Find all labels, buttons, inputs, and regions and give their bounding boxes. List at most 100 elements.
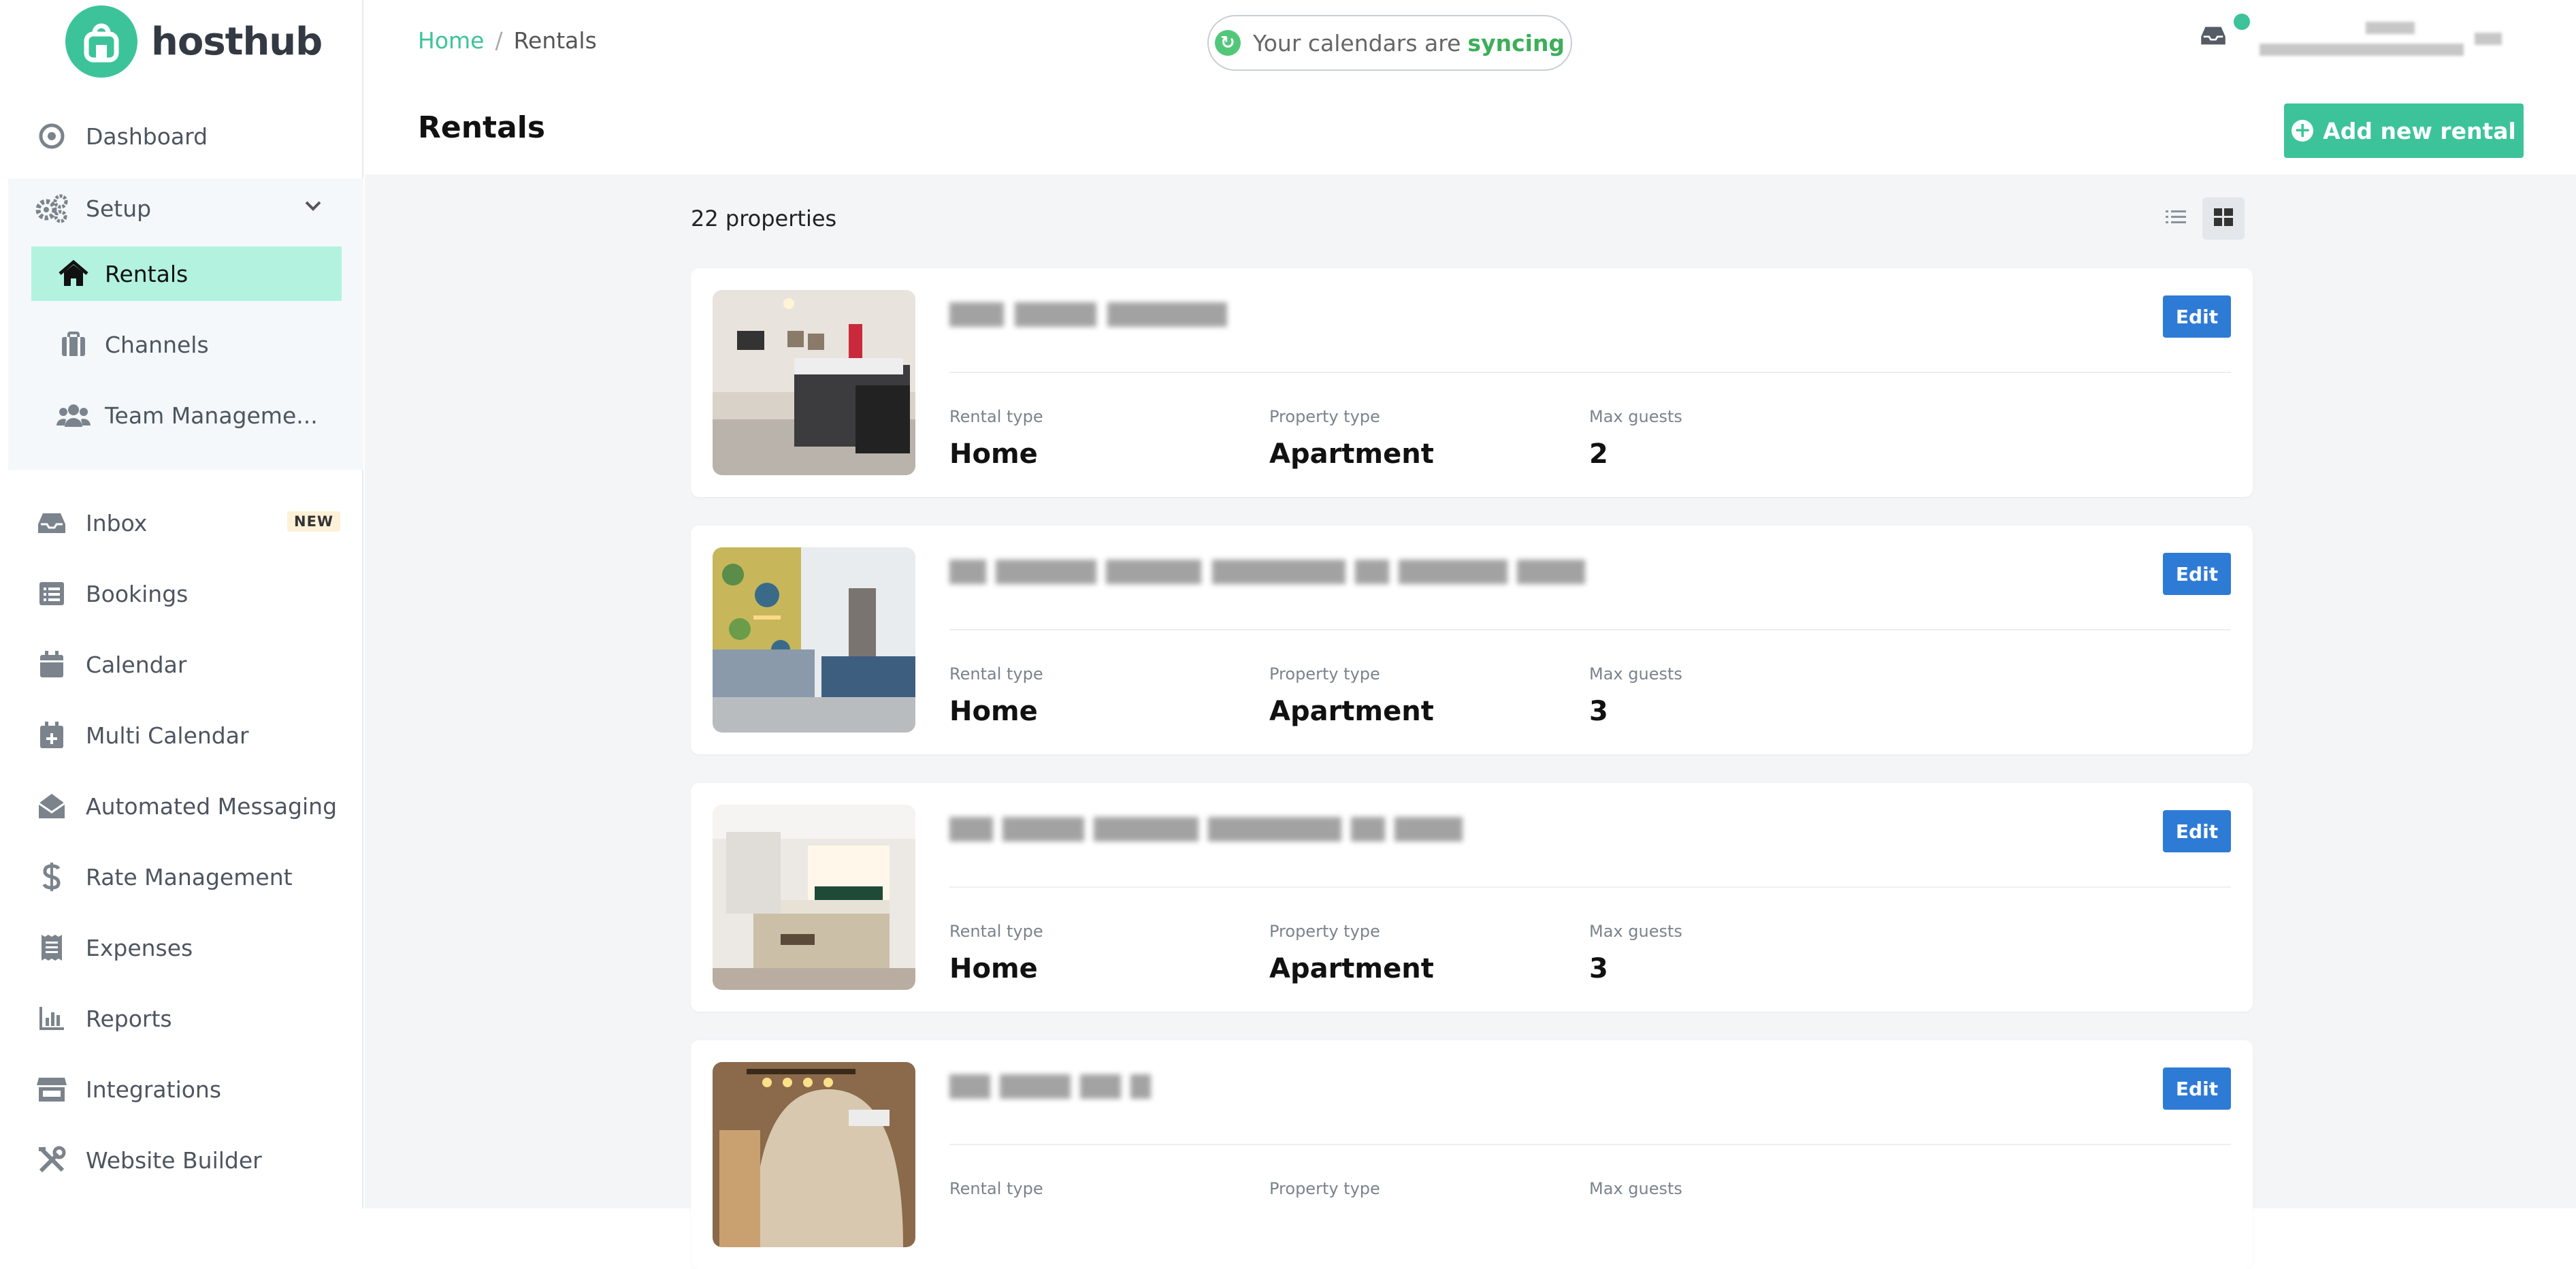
property-type-label: Property type (1269, 664, 1380, 684)
list-view-icon (2166, 209, 2186, 228)
sidebar-item-reports[interactable]: Reports (34, 998, 172, 1039)
breadcrumb-current: Rentals (513, 27, 597, 54)
sidebar-item-label: Rentals (105, 260, 189, 287)
properties-count: 22 properties (691, 206, 837, 231)
rental-type-label: Rental type (949, 407, 1043, 426)
breadcrumb-home-link[interactable]: Home (418, 27, 484, 54)
chevron-down-icon[interactable] (304, 199, 323, 215)
grid-view-button[interactable] (2202, 197, 2245, 240)
rental-type-field: Rental type Home (949, 922, 1043, 984)
rental-type-value: Home (949, 953, 1038, 984)
card-divider (949, 886, 2231, 888)
calendar-sync-status[interactable]: ↻ Your calendars are syncing (1207, 15, 1572, 71)
breadcrumb: Home / Rentals (418, 27, 597, 54)
property-type-field: Property type (1269, 1179, 1380, 1198)
rental-type-field: Rental type Home (949, 407, 1043, 470)
sidebar-item-dashboard[interactable]: Dashboard (34, 116, 208, 157)
rental-type-label: Rental type (949, 922, 1043, 941)
users-icon (56, 398, 91, 433)
view-toggle (2155, 197, 2245, 240)
rental-card[interactable]: Edit Rental type Home Property type Apar… (691, 783, 2253, 1012)
edit-button[interactable]: Edit (2163, 1067, 2231, 1110)
rental-type-label: Rental type (949, 1179, 1043, 1198)
sync-icon: ↻ (1214, 30, 1241, 56)
edit-button[interactable]: Edit (2163, 810, 2231, 852)
sidebar-item-label: Rate Management (86, 863, 293, 890)
sync-status: syncing (1467, 29, 1565, 57)
add-new-rental-button[interactable]: + Add new rental (2284, 103, 2524, 158)
max-guests-field: Max guests 2 (1589, 407, 1682, 470)
page-title: Rentals (418, 110, 546, 145)
card-divider (949, 1144, 2231, 1145)
plus-circle-icon: + (2292, 120, 2314, 142)
sync-text: Your calendars are (1252, 29, 1461, 57)
sidebar-item-label: Bookings (86, 580, 189, 607)
store-icon (34, 1072, 69, 1107)
max-guests-value: 3 (1589, 953, 1608, 984)
max-guests-label: Max guests (1589, 407, 1682, 426)
max-guests-label: Max guests (1589, 1179, 1682, 1198)
rental-card[interactable]: Edit Rental type Home Property type Apar… (691, 268, 2253, 497)
sidebar-item-integrations[interactable]: Integrations (34, 1069, 221, 1110)
sidebar-item-website-builder[interactable]: Website Builder (34, 1140, 262, 1180)
home-icon (56, 256, 91, 291)
calendar-icon (34, 647, 69, 682)
sidebar-item-team-management[interactable]: Team Manageme... (56, 395, 318, 436)
list-view-button[interactable] (2155, 197, 2197, 240)
max-guests-field: Max guests 3 (1589, 922, 1682, 984)
sidebar: hosthub Dashboard Setup Rentals Channels… (0, 0, 363, 1208)
sidebar-item-rentals[interactable]: Rentals (56, 253, 188, 294)
sidebar-item-expenses[interactable]: Expenses (34, 927, 193, 968)
max-guests-label: Max guests (1589, 922, 1682, 941)
hosthub-logo-icon (65, 5, 137, 78)
add-new-rental-label: Add new rental (2323, 117, 2516, 144)
bar-chart-icon (34, 1001, 69, 1036)
card-divider (949, 372, 2231, 373)
property-type-label: Property type (1269, 1179, 1380, 1198)
rental-photo[interactable] (713, 547, 915, 733)
rental-photo[interactable] (713, 290, 915, 475)
rental-card[interactable]: Edit Rental type Home Property type Apar… (691, 526, 2253, 754)
rental-type-field: Rental type (949, 1179, 1043, 1198)
list-icon (34, 576, 69, 611)
brand-name: hosthub (151, 19, 323, 64)
brand-logo[interactable]: hosthub (65, 5, 323, 78)
sidebar-item-label: Expenses (86, 934, 193, 961)
calendar-plus-icon (34, 718, 69, 753)
edit-button[interactable]: Edit (2163, 295, 2231, 338)
sidebar-item-setup[interactable]: Setup (34, 188, 329, 229)
receipt-icon (34, 930, 69, 965)
sidebar-item-bookings[interactable]: Bookings (34, 573, 188, 614)
top-header: Home / Rentals ↻ Your calendars are sync… (365, 0, 2576, 174)
dollar-icon (34, 859, 69, 895)
tools-icon (34, 1142, 69, 1178)
sidebar-item-calendar[interactable]: Calendar (34, 644, 186, 685)
property-type-field: Property type Apartment (1269, 407, 1434, 470)
rental-type-value: Home (949, 696, 1038, 727)
sidebar-item-label: Team Manageme... (105, 402, 318, 429)
envelope-open-icon (34, 788, 69, 824)
max-guests-value: 2 (1589, 438, 1608, 470)
property-type-field: Property type Apartment (1269, 664, 1434, 727)
gears-icon (34, 191, 69, 226)
user-menu-redacted[interactable] (2260, 19, 2505, 67)
max-guests-field: Max guests 3 (1589, 664, 1682, 727)
rental-card[interactable]: Edit Rental type Property type Max guest… (691, 1040, 2253, 1269)
sidebar-item-channels[interactable]: Channels (56, 324, 209, 365)
property-type-value: Apartment (1269, 953, 1434, 984)
main-content: 22 properties Edit Rental type Home Prop… (365, 174, 2576, 1269)
sidebar-item-multi-calendar[interactable]: Multi Calendar (34, 715, 249, 756)
rental-photo[interactable] (713, 805, 915, 990)
property-type-label: Property type (1269, 922, 1380, 941)
sidebar-item-label: Dashboard (86, 123, 208, 150)
property-type-field: Property type Apartment (1269, 922, 1434, 984)
edit-button[interactable]: Edit (2163, 553, 2231, 595)
notifications-inbox-icon[interactable] (2200, 25, 2227, 49)
sidebar-item-label: Channels (105, 331, 209, 358)
rental-photo[interactable] (713, 1062, 915, 1247)
sidebar-item-label: Reports (86, 1005, 172, 1032)
sidebar-item-inbox[interactable]: Inbox (34, 502, 147, 543)
sidebar-item-rate-management[interactable]: Rate Management (34, 856, 293, 897)
sidebar-item-automated-messaging[interactable]: Automated Messaging (34, 786, 337, 826)
max-guests-value: 3 (1589, 696, 1608, 727)
